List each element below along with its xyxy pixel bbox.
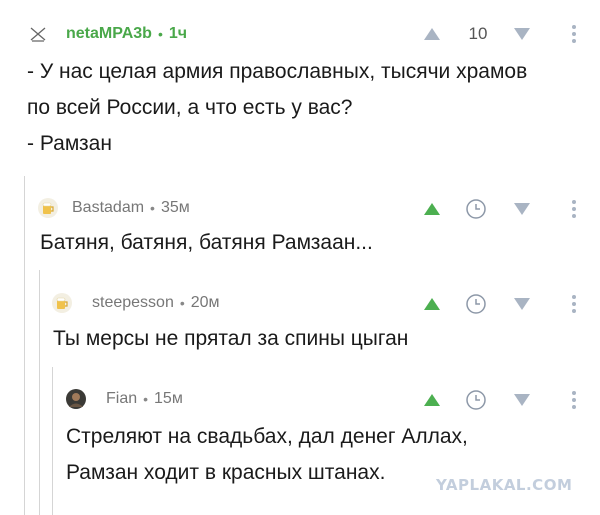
separator: • (150, 200, 155, 216)
upvote-icon[interactable] (420, 388, 444, 412)
username[interactable]: netaMPA3b (66, 25, 152, 43)
clock-icon[interactable] (464, 292, 488, 316)
timestamp[interactable]: 1ч (169, 25, 187, 43)
photo-avatar-icon[interactable] (66, 389, 86, 409)
separator: • (143, 391, 149, 407)
username[interactable]: steepesson (92, 294, 174, 312)
comment-header: steepesson • 20м (52, 291, 220, 315)
beer-avatar-icon[interactable] (52, 293, 72, 313)
timestamp[interactable]: 35м (161, 199, 190, 217)
downvote-icon[interactable] (510, 22, 534, 46)
upvote-icon[interactable] (420, 22, 444, 46)
more-options-icon[interactable] (562, 22, 586, 46)
comment-text: Ты мерсы не прятал за спины цыган (53, 327, 409, 350)
upvote-icon[interactable] (420, 197, 444, 221)
rating-count: 10 (468, 24, 488, 43)
more-options-icon[interactable] (562, 292, 586, 316)
timestamp[interactable]: 15м (154, 390, 183, 408)
more-options-icon[interactable] (562, 197, 586, 221)
comment-header: Bastadam • 35м (38, 196, 190, 220)
username[interactable]: Bastadam (72, 199, 144, 217)
watermark: YAPLAKAL.COM (436, 476, 573, 494)
comment-header: Fian • 15м (66, 387, 183, 411)
comment-text: Батяня, батяня, батяня Рамзаан... (40, 231, 373, 254)
downvote-icon[interactable] (510, 292, 534, 316)
comment-text: Стреляют на свадьбах, дал денег Аллах, Р… (66, 425, 468, 484)
timestamp[interactable]: 20м (191, 294, 220, 312)
separator: • (179, 295, 185, 311)
thread-line-level-1 (24, 176, 25, 515)
username[interactable]: Fian (106, 390, 137, 408)
separator: • (157, 26, 163, 42)
downvote-icon[interactable] (510, 388, 534, 412)
more-options-icon[interactable] (562, 388, 586, 412)
thread-line-level-2 (39, 270, 40, 515)
x-mark-icon[interactable] (28, 24, 48, 44)
comment-header: netaMPA3b • 1ч (28, 22, 187, 46)
clock-icon[interactable] (464, 388, 488, 412)
thread-line-level-3 (52, 367, 53, 515)
downvote-icon[interactable] (510, 197, 534, 221)
beer-avatar-icon[interactable] (38, 198, 58, 218)
clock-icon[interactable] (464, 197, 488, 221)
comment-text: - У нас целая армия православных, тысячи… (27, 60, 528, 155)
upvote-icon[interactable] (420, 292, 444, 316)
